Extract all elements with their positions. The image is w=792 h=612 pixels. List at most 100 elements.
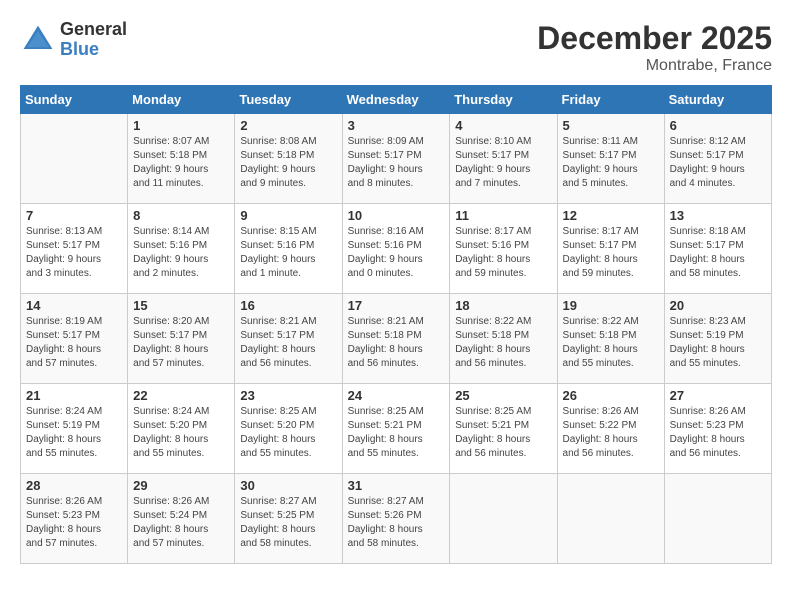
day-number: 2 bbox=[240, 118, 336, 133]
day-number: 9 bbox=[240, 208, 336, 223]
day-info: Sunrise: 8:07 AM Sunset: 5:18 PM Dayligh… bbox=[133, 135, 229, 191]
calendar-cell bbox=[664, 474, 771, 564]
calendar-cell: 20Sunrise: 8:23 AM Sunset: 5:19 PM Dayli… bbox=[664, 294, 771, 384]
calendar-subtitle: Montrabe, France bbox=[537, 57, 772, 75]
day-info: Sunrise: 8:20 AM Sunset: 5:17 PM Dayligh… bbox=[133, 315, 229, 371]
day-number: 25 bbox=[455, 388, 551, 403]
day-number: 31 bbox=[348, 478, 445, 493]
calendar-table: SundayMondayTuesdayWednesdayThursdayFrid… bbox=[20, 85, 772, 564]
day-info: Sunrise: 8:13 AM Sunset: 5:17 PM Dayligh… bbox=[26, 225, 122, 281]
weekday-header-saturday: Saturday bbox=[664, 86, 771, 114]
calendar-week-3: 14 Sunrise: 8:19 AM Sunset: 5:17 PM Dayli… bbox=[21, 294, 772, 384]
weekday-header-monday: Monday bbox=[128, 86, 235, 114]
day-number: 3 bbox=[348, 118, 445, 133]
day-info: Sunrise: 8:18 AM Sunset: 5:17 PM Dayligh… bbox=[670, 225, 766, 281]
day-info: Sunrise: 8:14 AM Sunset: 5:16 PM Dayligh… bbox=[133, 225, 229, 281]
day-info: Sunrise: 8:26 AM Sunset: 5:22 PM Dayligh… bbox=[563, 405, 659, 461]
logo-icon bbox=[20, 22, 56, 58]
day-info: Sunrise: 8:19 AM Sunset: 5:17 PM Dayligh… bbox=[26, 315, 122, 371]
day-number: 27 bbox=[670, 388, 766, 403]
day-info: Sunrise: 8:08 AM Sunset: 5:18 PM Dayligh… bbox=[240, 135, 336, 191]
day-number: 11 bbox=[455, 208, 551, 223]
calendar-cell: 15 Sunrise: 8:20 AM Sunset: 5:17 PM Dayli… bbox=[128, 294, 235, 384]
day-number: 7 bbox=[26, 208, 122, 223]
calendar-cell: 13 Sunrise: 8:18 AM Sunset: 5:17 PM Dayli… bbox=[664, 204, 771, 294]
calendar-week-5: 28 Sunrise: 8:26 AM Sunset: 5:23 PM Dayli… bbox=[21, 474, 772, 564]
calendar-cell: 10 Sunrise: 8:16 AM Sunset: 5:16 PM Dayli… bbox=[342, 204, 450, 294]
day-number: 30 bbox=[240, 478, 336, 493]
day-info: Sunrise: 8:26 AM Sunset: 5:23 PM Dayligh… bbox=[26, 495, 122, 551]
calendar-cell: 22 Sunrise: 8:24 AM Sunset: 5:20 PM Dayli… bbox=[128, 384, 235, 474]
day-number: 14 bbox=[26, 298, 122, 313]
weekday-header-wednesday: Wednesday bbox=[342, 86, 450, 114]
logo-general: General bbox=[60, 20, 127, 40]
calendar-cell: 1 Sunrise: 8:07 AM Sunset: 5:18 PM Daylig… bbox=[128, 114, 235, 204]
page-header: General Blue December 2025 Montrabe, Fra… bbox=[20, 20, 772, 75]
day-number: 5 bbox=[563, 118, 659, 133]
calendar-cell: 18 Sunrise: 8:22 AM Sunset: 5:18 PM Dayli… bbox=[450, 294, 557, 384]
calendar-cell: 11 Sunrise: 8:17 AM Sunset: 5:16 PM Dayli… bbox=[450, 204, 557, 294]
calendar-cell: 25Sunrise: 8:25 AM Sunset: 5:21 PM Dayli… bbox=[450, 384, 557, 474]
day-number: 15 bbox=[133, 298, 229, 313]
day-number: 18 bbox=[455, 298, 551, 313]
calendar-cell: 24 Sunrise: 8:25 AM Sunset: 5:21 PM Dayli… bbox=[342, 384, 450, 474]
day-info: Sunrise: 8:16 AM Sunset: 5:16 PM Dayligh… bbox=[348, 225, 445, 281]
logo-blue: Blue bbox=[60, 40, 127, 60]
day-number: 4 bbox=[455, 118, 551, 133]
calendar-week-4: 21Sunrise: 8:24 AM Sunset: 5:19 PM Dayli… bbox=[21, 384, 772, 474]
day-number: 13 bbox=[670, 208, 766, 223]
calendar-cell: 14 Sunrise: 8:19 AM Sunset: 5:17 PM Dayli… bbox=[21, 294, 128, 384]
day-info: Sunrise: 8:26 AM Sunset: 5:24 PM Dayligh… bbox=[133, 495, 229, 551]
day-number: 28 bbox=[26, 478, 122, 493]
logo-text: General Blue bbox=[60, 20, 127, 60]
calendar-cell: 31Sunrise: 8:27 AM Sunset: 5:26 PM Dayli… bbox=[342, 474, 450, 564]
calendar-cell: 5Sunrise: 8:11 AM Sunset: 5:17 PM Daylig… bbox=[557, 114, 664, 204]
calendar-cell bbox=[450, 474, 557, 564]
weekday-header-sunday: Sunday bbox=[21, 86, 128, 114]
weekday-header-tuesday: Tuesday bbox=[235, 86, 342, 114]
calendar-cell bbox=[557, 474, 664, 564]
calendar-cell: 3 Sunrise: 8:09 AM Sunset: 5:17 PM Daylig… bbox=[342, 114, 450, 204]
day-info: Sunrise: 8:21 AM Sunset: 5:17 PM Dayligh… bbox=[240, 315, 336, 371]
day-number: 20 bbox=[670, 298, 766, 313]
calendar-cell: 23Sunrise: 8:25 AM Sunset: 5:20 PM Dayli… bbox=[235, 384, 342, 474]
day-number: 1 bbox=[133, 118, 229, 133]
calendar-cell: 12 Sunrise: 8:17 AM Sunset: 5:17 PM Dayli… bbox=[557, 204, 664, 294]
day-number: 26 bbox=[563, 388, 659, 403]
calendar-week-1: 1 Sunrise: 8:07 AM Sunset: 5:18 PM Daylig… bbox=[21, 114, 772, 204]
calendar-cell: 17Sunrise: 8:21 AM Sunset: 5:18 PM Dayli… bbox=[342, 294, 450, 384]
day-number: 16 bbox=[240, 298, 336, 313]
day-info: Sunrise: 8:24 AM Sunset: 5:20 PM Dayligh… bbox=[133, 405, 229, 461]
day-info: Sunrise: 8:17 AM Sunset: 5:16 PM Dayligh… bbox=[455, 225, 551, 281]
calendar-cell: 9Sunrise: 8:15 AM Sunset: 5:16 PM Daylig… bbox=[235, 204, 342, 294]
day-info: Sunrise: 8:12 AM Sunset: 5:17 PM Dayligh… bbox=[670, 135, 766, 191]
day-info: Sunrise: 8:22 AM Sunset: 5:18 PM Dayligh… bbox=[455, 315, 551, 371]
day-number: 29 bbox=[133, 478, 229, 493]
title-block: December 2025 Montrabe, France bbox=[537, 20, 772, 75]
day-info: Sunrise: 8:09 AM Sunset: 5:17 PM Dayligh… bbox=[348, 135, 445, 191]
weekday-header-thursday: Thursday bbox=[450, 86, 557, 114]
day-number: 10 bbox=[348, 208, 445, 223]
day-number: 23 bbox=[240, 388, 336, 403]
day-number: 21 bbox=[26, 388, 122, 403]
day-info: Sunrise: 8:25 AM Sunset: 5:21 PM Dayligh… bbox=[348, 405, 445, 461]
calendar-cell: 4 Sunrise: 8:10 AM Sunset: 5:17 PM Daylig… bbox=[450, 114, 557, 204]
calendar-title: December 2025 bbox=[537, 20, 772, 57]
weekday-header-row: SundayMondayTuesdayWednesdayThursdayFrid… bbox=[21, 86, 772, 114]
calendar-cell: 2 Sunrise: 8:08 AM Sunset: 5:18 PM Daylig… bbox=[235, 114, 342, 204]
day-info: Sunrise: 8:10 AM Sunset: 5:17 PM Dayligh… bbox=[455, 135, 551, 191]
day-info: Sunrise: 8:22 AM Sunset: 5:18 PM Dayligh… bbox=[563, 315, 659, 371]
day-info: Sunrise: 8:21 AM Sunset: 5:18 PM Dayligh… bbox=[348, 315, 445, 371]
day-number: 19 bbox=[563, 298, 659, 313]
calendar-week-2: 7 Sunrise: 8:13 AM Sunset: 5:17 PM Daylig… bbox=[21, 204, 772, 294]
calendar-cell: 6Sunrise: 8:12 AM Sunset: 5:17 PM Daylig… bbox=[664, 114, 771, 204]
calendar-cell: 30 Sunrise: 8:27 AM Sunset: 5:25 PM Dayli… bbox=[235, 474, 342, 564]
calendar-cell: 26 Sunrise: 8:26 AM Sunset: 5:22 PM Dayli… bbox=[557, 384, 664, 474]
day-info: Sunrise: 8:17 AM Sunset: 5:17 PM Dayligh… bbox=[563, 225, 659, 281]
calendar-cell: 29 Sunrise: 8:26 AM Sunset: 5:24 PM Dayli… bbox=[128, 474, 235, 564]
calendar-cell: 21Sunrise: 8:24 AM Sunset: 5:19 PM Dayli… bbox=[21, 384, 128, 474]
day-info: Sunrise: 8:27 AM Sunset: 5:25 PM Dayligh… bbox=[240, 495, 336, 551]
day-number: 22 bbox=[133, 388, 229, 403]
day-number: 24 bbox=[348, 388, 445, 403]
day-number: 12 bbox=[563, 208, 659, 223]
